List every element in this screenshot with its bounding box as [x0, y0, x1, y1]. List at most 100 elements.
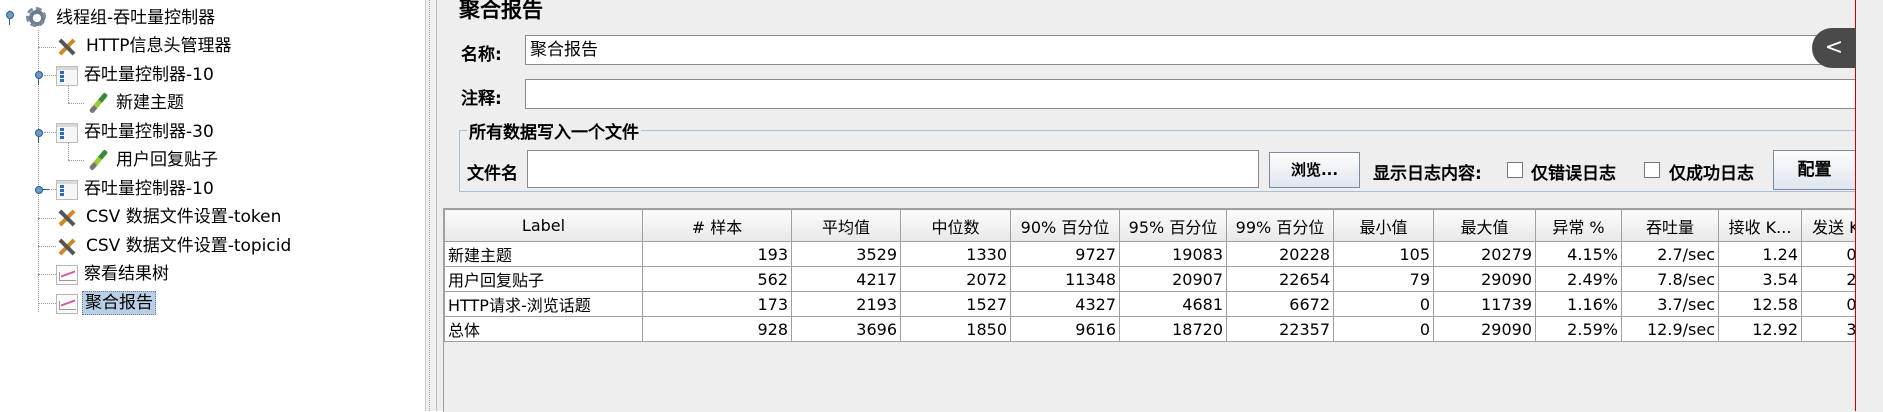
comment-label: 注释:	[461, 84, 502, 109]
table-cell: 20907	[1120, 267, 1227, 292]
split-pane-divider[interactable]	[425, 0, 436, 411]
table-cell: 9616	[1011, 317, 1120, 342]
table-cell: 79	[1334, 267, 1434, 292]
table-cell: 2072	[901, 267, 1011, 292]
tools-icon	[54, 205, 80, 229]
tree-item-aggregate-report[interactable]: 聚合报告	[56, 291, 156, 315]
table-row-total[interactable]: 总体 928 3696 1850 9616 18720 22357 0 2909…	[445, 317, 1883, 342]
tree-item-label: 聚合报告	[82, 291, 156, 315]
browse-button[interactable]: 浏览...	[1269, 152, 1360, 188]
column-header-throughput[interactable]: 吞吐量	[1622, 210, 1719, 242]
table-cell: 928	[643, 317, 792, 342]
tree-item-throughput-controller[interactable]: 吞吐量控制器-10	[56, 63, 216, 87]
tree-connector	[68, 160, 84, 161]
comment-field[interactable]	[525, 79, 1861, 109]
table-cell: 3529	[792, 242, 901, 267]
aggregate-report-panel: 聚合报告 名称: 聚合报告 注释: 所有数据写入一个文件 文件名 浏览... 显…	[436, 0, 1883, 411]
tree-item-sampler[interactable]: 用户回复贴子	[84, 148, 220, 172]
column-header-median[interactable]: 中位数	[901, 210, 1011, 242]
column-header-samples[interactable]: # 样本	[643, 210, 792, 242]
tree-item-csv-data-set[interactable]: CSV 数据文件设置-token	[54, 205, 283, 229]
column-header-90-percentile[interactable]: 90% 百分位	[1011, 210, 1120, 242]
column-header-average[interactable]: 平均值	[792, 210, 901, 242]
table-cell: 12.9/sec	[1622, 317, 1719, 342]
table-cell: 11739	[1434, 292, 1536, 317]
table-cell: 2.59%	[1536, 317, 1622, 342]
table-cell: HTTP请求-浏览话题	[445, 292, 643, 317]
table-row[interactable]: 用户回复贴子 562 4217 2072 11348 20907 22654 7…	[445, 267, 1883, 292]
table-row[interactable]: 新建主题 193 3529 1330 9727 19083 20228 105 …	[445, 242, 1883, 267]
table-cell: 用户回复贴子	[445, 267, 643, 292]
column-header-received-kb[interactable]: 接收 K...	[1719, 210, 1802, 242]
table-cell: 12.58	[1719, 292, 1802, 317]
success-only-checkbox[interactable]	[1644, 162, 1660, 178]
table-cell: 18720	[1120, 317, 1227, 342]
table-cell: 1330	[901, 242, 1011, 267]
tree-collapse-toggle[interactable]	[5, 10, 14, 19]
tree-item-throughput-controller[interactable]: 吞吐量控制器-30	[56, 120, 216, 144]
panel-title: 聚合报告	[459, 0, 543, 24]
listener-chart-icon	[56, 294, 78, 314]
tree-item-sampler[interactable]: 新建主题	[84, 91, 186, 115]
tools-icon	[54, 234, 80, 258]
gear-icon	[24, 6, 50, 30]
tree-item-label: 吞吐量控制器-10	[82, 178, 216, 200]
table-cell: 29090	[1434, 317, 1536, 342]
success-only-label: 仅成功日志	[1669, 159, 1754, 184]
tree-item-csv-data-set[interactable]: CSV 数据文件设置-topicid	[54, 234, 293, 258]
table-cell: 1.24	[1719, 242, 1802, 267]
log-content-label: 显示日志内容:	[1373, 159, 1482, 184]
table-cell: 22357	[1227, 317, 1334, 342]
controller-icon	[56, 66, 78, 86]
tree-item-label: 线程组-吞吐量控制器	[54, 7, 217, 29]
sampler-pipette-icon	[84, 91, 110, 115]
tree-item-throughput-controller[interactable]: 吞吐量控制器-10	[56, 177, 216, 201]
column-header-99-percentile[interactable]: 99% 百分位	[1227, 210, 1334, 242]
column-header-label[interactable]: Label	[445, 210, 643, 242]
tree-connector	[38, 303, 56, 304]
table-cell: 0	[1334, 317, 1434, 342]
tree-collapse-toggle[interactable]	[34, 128, 43, 137]
table-cell: 3696	[792, 317, 901, 342]
right-edge-strip	[1855, 0, 1883, 411]
tree-item-header-manager[interactable]: HTTP信息头管理器	[54, 34, 234, 58]
tree-collapse-toggle[interactable]	[34, 70, 43, 79]
table-row[interactable]: HTTP请求-浏览话题 173 2193 1527 4327 4681 6672…	[445, 292, 1883, 317]
name-field[interactable]: 聚合报告	[525, 35, 1845, 65]
table-cell: 3.7/sec	[1622, 292, 1719, 317]
table-cell: 总体	[445, 317, 643, 342]
table-header-row: Label # 样本 平均值 中位数 90% 百分位 95% 百分位 99% 百…	[445, 210, 1883, 242]
table-cell: 105	[1334, 242, 1434, 267]
table-cell: 12.92	[1719, 317, 1802, 342]
column-header-error-pct[interactable]: 异常 %	[1536, 210, 1622, 242]
table-cell: 9727	[1011, 242, 1120, 267]
tree-item-label: CSV 数据文件设置-topicid	[84, 235, 293, 257]
tree-expand-toggle[interactable]	[34, 185, 43, 194]
column-header-min[interactable]: 最小值	[1334, 210, 1434, 242]
listener-chart-icon	[56, 265, 78, 285]
errors-only-checkbox[interactable]	[1507, 162, 1523, 178]
filename-field[interactable]	[527, 150, 1259, 188]
errors-only-label: 仅错误日志	[1531, 159, 1616, 184]
column-header-95-percentile[interactable]: 95% 百分位	[1120, 210, 1227, 242]
table-cell: 1.16%	[1536, 292, 1622, 317]
tree-connector	[38, 274, 56, 275]
table-cell: 2193	[792, 292, 901, 317]
tree-connector	[68, 103, 84, 104]
tree-item-label: HTTP信息头管理器	[84, 35, 234, 57]
table-cell: 19083	[1120, 242, 1227, 267]
tree-connector	[38, 30, 39, 193]
column-header-max[interactable]: 最大值	[1434, 210, 1536, 242]
tools-icon	[54, 34, 80, 58]
table-cell: 6672	[1227, 292, 1334, 317]
table-cell: 4681	[1120, 292, 1227, 317]
table-cell: 11348	[1011, 267, 1120, 292]
table-cell: 22654	[1227, 267, 1334, 292]
collapse-side-panel-button[interactable]: <	[1812, 28, 1856, 68]
tree-item-thread-group[interactable]: 线程组-吞吐量控制器	[24, 6, 217, 30]
configure-button[interactable]: 配置	[1773, 150, 1856, 190]
tree-item-view-results-tree[interactable]: 察看结果树	[56, 262, 171, 286]
aggregate-table-container: Label # 样本 平均值 中位数 90% 百分位 95% 百分位 99% 百…	[443, 208, 1883, 412]
table-cell: 562	[643, 267, 792, 292]
table-cell: 20279	[1434, 242, 1536, 267]
